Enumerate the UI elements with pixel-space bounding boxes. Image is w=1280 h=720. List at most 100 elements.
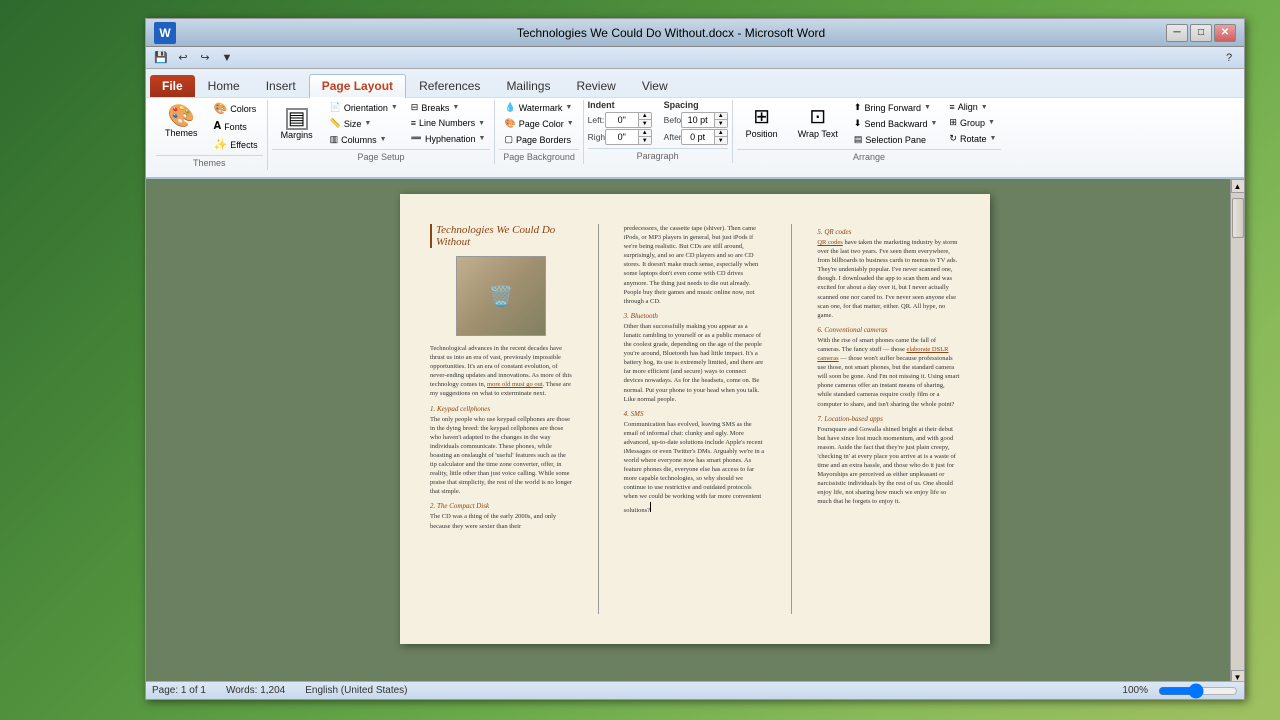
text-cursor (650, 502, 651, 512)
document-page: Technologies We Could Do Without 🗑️ Tech… (400, 194, 990, 644)
watermark-button[interactable]: 💧 Watermark ▼ (499, 100, 578, 115)
right-indent-up-arrow[interactable]: ▲ (639, 130, 651, 137)
page-borders-button[interactable]: ▢ Page Borders (499, 132, 578, 147)
redo-button[interactable]: ↪ (196, 49, 214, 67)
document-image: 🗑️ (456, 256, 546, 336)
arrange-group: ⊞ Position ⊡ Wrap Text ⬆ Bring Forward ▼ (733, 100, 1006, 164)
align-button[interactable]: ≡ Align ▼ (944, 100, 1001, 114)
wrap-text-button[interactable]: ⊡ Wrap Text (789, 100, 847, 143)
left-indent-up-arrow[interactable]: ▲ (639, 113, 651, 120)
status-bar: Page: 1 of 1 Words: 1,204 English (Unite… (146, 681, 1244, 699)
watermark-dropdown-arrow: ▼ (565, 104, 572, 111)
position-button[interactable]: ⊞ Position (737, 100, 787, 143)
colors-icon: 🎨 (214, 102, 228, 115)
page-color-button[interactable]: 🎨 Page Color ▼ (499, 116, 578, 131)
after-spacing-up-arrow[interactable]: ▲ (715, 130, 727, 137)
vertical-scrollbar[interactable]: ▲ ▼ (1230, 179, 1244, 684)
effects-button[interactable]: ✨ Effects (209, 136, 263, 153)
scroll-thumb[interactable] (1232, 198, 1244, 238)
arrange-group-label: Arrange (737, 149, 1002, 164)
spacing-controls: Spacing Before: ▲ ▼ (664, 100, 728, 146)
cd-continued-text: predecessors, the cassette tape (shiver)… (624, 224, 767, 306)
breaks-button[interactable]: ⊟ Breaks ▼ (406, 100, 491, 115)
close-button[interactable]: ✕ (1214, 24, 1236, 42)
bring-forward-button[interactable]: ⬆ Bring Forward ▼ (849, 100, 943, 115)
tab-mailings[interactable]: Mailings (493, 74, 563, 97)
tab-page-layout[interactable]: Page Layout (309, 74, 406, 99)
word-icon: W (154, 22, 176, 44)
section-location-heading: 7. Location-based apps (817, 415, 960, 423)
left-indent-down-arrow[interactable]: ▼ (639, 120, 651, 127)
tab-insert[interactable]: Insert (253, 74, 309, 97)
after-spacing-input[interactable] (682, 130, 714, 144)
right-indent-input[interactable] (606, 130, 638, 144)
position-icon: ⊞ (753, 104, 770, 129)
dslr-link: elaborate DSLR cameras (817, 346, 948, 362)
word-window: W Technologies We Could Do Without.docx … (145, 18, 1245, 700)
tab-references[interactable]: References (406, 74, 493, 97)
hyphenation-button[interactable]: ➖ Hyphenation ▼ (406, 131, 491, 146)
tab-file[interactable]: File (150, 75, 195, 97)
save-button[interactable]: 💾 (152, 49, 170, 67)
rotate-button[interactable]: ↻ Rotate ▼ (944, 131, 1001, 146)
themes-group: 🎨 Themes 🎨 Colors 𝐀 Fonts ✨ (152, 100, 268, 170)
qr-link: QR codes (817, 239, 842, 246)
section-cd-text: The CD was a thing of the early 2000s, a… (430, 512, 573, 530)
colors-button[interactable]: 🎨 Colors (209, 100, 263, 117)
scroll-up-button[interactable]: ▲ (1231, 179, 1245, 193)
indent-controls: Indent Left: ▲ ▼ (588, 100, 652, 146)
before-spacing-input[interactable] (682, 113, 714, 127)
section-qr-heading: 5. QR codes (817, 228, 960, 236)
before-spacing-down-arrow[interactable]: ▼ (715, 120, 727, 127)
help-icon[interactable]: ? (1220, 49, 1238, 67)
right-indent-spinner[interactable]: ▲ ▼ (605, 129, 652, 145)
section-bluetooth-text: Other than successfully making you appea… (624, 322, 767, 404)
orientation-button[interactable]: 📄 Orientation ▼ (325, 100, 403, 115)
selection-pane-button[interactable]: ▤ Selection Pane (849, 132, 943, 147)
tab-home[interactable]: Home (195, 74, 253, 97)
document-column-1: Technologies We Could Do Without 🗑️ Tech… (430, 224, 573, 614)
wrap-text-icon: ⊡ (809, 104, 826, 129)
send-backward-button[interactable]: ⬇ Send Backward ▼ (849, 116, 943, 131)
zoom-slider[interactable] (1158, 683, 1238, 699)
column-divider-2 (791, 224, 792, 614)
after-spacing-spinner[interactable]: ▲ ▼ (681, 129, 728, 145)
scroll-track[interactable] (1231, 193, 1244, 670)
line-numbers-icon: ≡ (411, 118, 416, 128)
size-button[interactable]: 📏 Size ▼ (325, 116, 403, 131)
maximize-button[interactable]: □ (1190, 24, 1212, 42)
section-cameras-text: With the rise of smart phones came the f… (817, 336, 960, 409)
minimize-button[interactable]: ─ (1166, 24, 1188, 42)
section-sms-text: Communication has evolved, leaving SMS a… (624, 420, 767, 515)
customize-quick-access-button[interactable]: ▼ (218, 49, 236, 67)
left-indent-spinner[interactable]: ▲ ▼ (605, 112, 652, 128)
fonts-button[interactable]: 𝐀 Fonts (209, 118, 263, 135)
group-icon: ⊞ (949, 117, 957, 128)
undo-button[interactable]: ↩ (174, 49, 192, 67)
margins-button[interactable]: ▤ Margins (272, 100, 322, 147)
tab-view[interactable]: View (629, 74, 681, 97)
size-dropdown-arrow: ▼ (364, 120, 371, 127)
columns-button[interactable]: ▥ Columns ▼ (325, 132, 403, 147)
before-spacing-spinner[interactable]: ▲ ▼ (681, 112, 728, 128)
after-spacing-down-arrow[interactable]: ▼ (715, 137, 727, 144)
page-setup-group: ▤ Margins 📄 Orientation ▼ 📏 Size (268, 100, 496, 164)
right-indent-down-arrow[interactable]: ▼ (639, 137, 651, 144)
tab-review[interactable]: Review (563, 74, 628, 97)
before-spacing-up-arrow[interactable]: ▲ (715, 113, 727, 120)
doc-link: more old must go out (487, 381, 543, 388)
left-indent-input[interactable] (606, 113, 638, 127)
page-setup-group-label: Page Setup (272, 149, 491, 164)
right-indent-label: Right: (588, 132, 602, 142)
paragraph-group: Indent Left: ▲ ▼ (584, 100, 733, 163)
document-area: ▲ ▼ Technologies We Could Do Without 🗑️ … (146, 179, 1244, 684)
line-numbers-button[interactable]: ≡ Line Numbers ▼ (406, 116, 491, 130)
margins-icon: ▤ (286, 108, 308, 130)
themes-group-label: Themes (156, 155, 263, 170)
window-title: Technologies We Could Do Without.docx - … (176, 26, 1166, 40)
group-button[interactable]: ⊞ Group ▼ (944, 115, 1001, 130)
before-spacing-label: Before: (664, 115, 678, 125)
themes-button[interactable]: 🎨 Themes (156, 100, 207, 142)
orientation-dropdown-arrow: ▼ (391, 104, 398, 111)
rotate-icon: ↻ (949, 133, 957, 144)
